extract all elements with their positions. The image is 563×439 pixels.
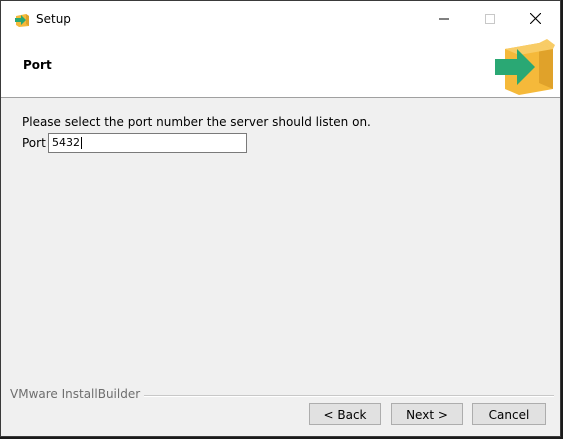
close-icon xyxy=(529,13,541,24)
page-title: Port xyxy=(23,58,52,72)
minimize-button[interactable] xyxy=(421,1,467,36)
installer-brand-label: VMware InstallBuilder xyxy=(10,387,145,401)
minimize-icon xyxy=(439,18,449,19)
maximize-icon xyxy=(485,13,495,24)
page-header: Port xyxy=(1,36,560,98)
next-button[interactable]: Next > xyxy=(391,403,463,425)
window-title: Setup xyxy=(36,12,71,26)
back-button[interactable]: < Back xyxy=(309,403,381,425)
port-prompt-text: Please select the port number the server… xyxy=(22,115,371,129)
cancel-button[interactable]: Cancel xyxy=(472,403,546,425)
port-value: 5432 xyxy=(52,136,80,149)
port-input[interactable]: 5432 xyxy=(48,133,247,153)
content-area: Please select the port number the server… xyxy=(1,98,560,393)
app-icon xyxy=(14,11,31,28)
close-button[interactable] xyxy=(512,1,558,36)
setup-window: Setup Port Please select the port number… xyxy=(0,0,561,437)
maximize-button xyxy=(467,1,513,36)
installer-box-arrow-icon xyxy=(495,39,555,95)
port-label: Port xyxy=(22,136,46,150)
text-caret xyxy=(81,137,82,149)
title-bar: Setup xyxy=(1,1,560,36)
